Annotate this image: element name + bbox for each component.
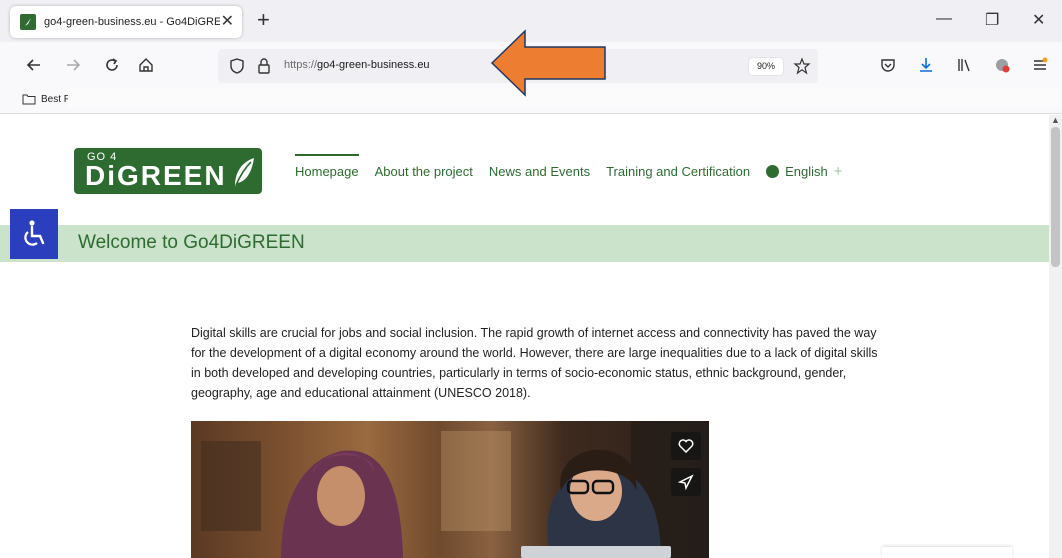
- arrow-annotation-icon: [490, 29, 606, 97]
- reload-icon[interactable]: [100, 53, 124, 77]
- zoom-level[interactable]: 90%: [749, 58, 783, 75]
- language-expand-icon[interactable]: +: [834, 163, 843, 180]
- menu-item-training[interactable]: Training and Certification: [606, 164, 750, 179]
- back-icon[interactable]: [22, 53, 46, 77]
- menu-item-homepage[interactable]: Homepage: [295, 154, 359, 179]
- intro-paragraph: Digital skills are crucial for jobs and …: [191, 326, 878, 400]
- share-icon[interactable]: [671, 468, 701, 496]
- url-text[interactable]: https://go4-green-business.eu: [284, 59, 430, 71]
- favicon-icon: [20, 14, 36, 30]
- download-icon[interactable]: [914, 53, 938, 77]
- hero-photo: [191, 421, 709, 558]
- browser-tab[interactable]: go4-green-business.eu - Go4DiGREEN ✕: [10, 6, 242, 38]
- bookmark-label: Best F: [41, 93, 70, 105]
- tab-close-button[interactable]: ✕: [221, 12, 234, 32]
- minimize-button[interactable]: —: [936, 10, 952, 28]
- web-page: GO 4 DiGREEN Homepage About the project …: [0, 115, 1049, 558]
- home-icon[interactable]: [134, 53, 158, 77]
- leaf-icon: [235, 158, 254, 186]
- accessibility-icon: [24, 220, 45, 246]
- tab-title: go4-green-business.eu - Go4DiGREEN: [44, 16, 220, 28]
- bookmark-star-icon[interactable]: [790, 54, 814, 78]
- pocket-icon[interactable]: [876, 53, 900, 77]
- main-menu: Homepage About the project News and Even…: [295, 154, 859, 180]
- menu-item-news[interactable]: News and Events: [489, 164, 590, 179]
- folder-icon: [22, 94, 36, 105]
- restore-button[interactable]: ❐: [985, 10, 999, 30]
- new-tab-button[interactable]: +: [257, 8, 270, 32]
- scroll-thumb[interactable]: [1051, 127, 1060, 267]
- close-window-button[interactable]: ✕: [1032, 10, 1045, 30]
- language-label: English: [785, 164, 828, 179]
- floating-widget[interactable]: [882, 547, 1012, 558]
- language-selector[interactable]: English +: [766, 163, 843, 180]
- shield-icon[interactable]: [225, 54, 249, 78]
- scroll-up-icon[interactable]: ▲: [1051, 115, 1060, 125]
- bookmark-folder[interactable]: Best F: [22, 93, 70, 105]
- heart-icon[interactable]: [671, 432, 701, 460]
- welcome-banner: Welcome to Go4DiGREEN: [0, 225, 1049, 262]
- extension-icon[interactable]: [990, 53, 1014, 77]
- globe-icon: [766, 165, 780, 178]
- library-icon[interactable]: [952, 53, 976, 77]
- menu-item-about[interactable]: About the project: [375, 164, 473, 179]
- site-logo[interactable]: GO 4 DiGREEN: [74, 148, 262, 194]
- logo-name-text: DiGREEN: [85, 160, 227, 191]
- lock-icon[interactable]: [252, 54, 276, 78]
- page-title: Welcome to Go4DiGREEN: [78, 232, 305, 253]
- page-scrollbar[interactable]: ▲: [1049, 115, 1062, 558]
- accessibility-button[interactable]: [10, 209, 58, 259]
- menu-icon[interactable]: [1028, 53, 1052, 77]
- forward-icon[interactable]: [61, 53, 85, 77]
- two-women-laptop-image: [201, 421, 709, 558]
